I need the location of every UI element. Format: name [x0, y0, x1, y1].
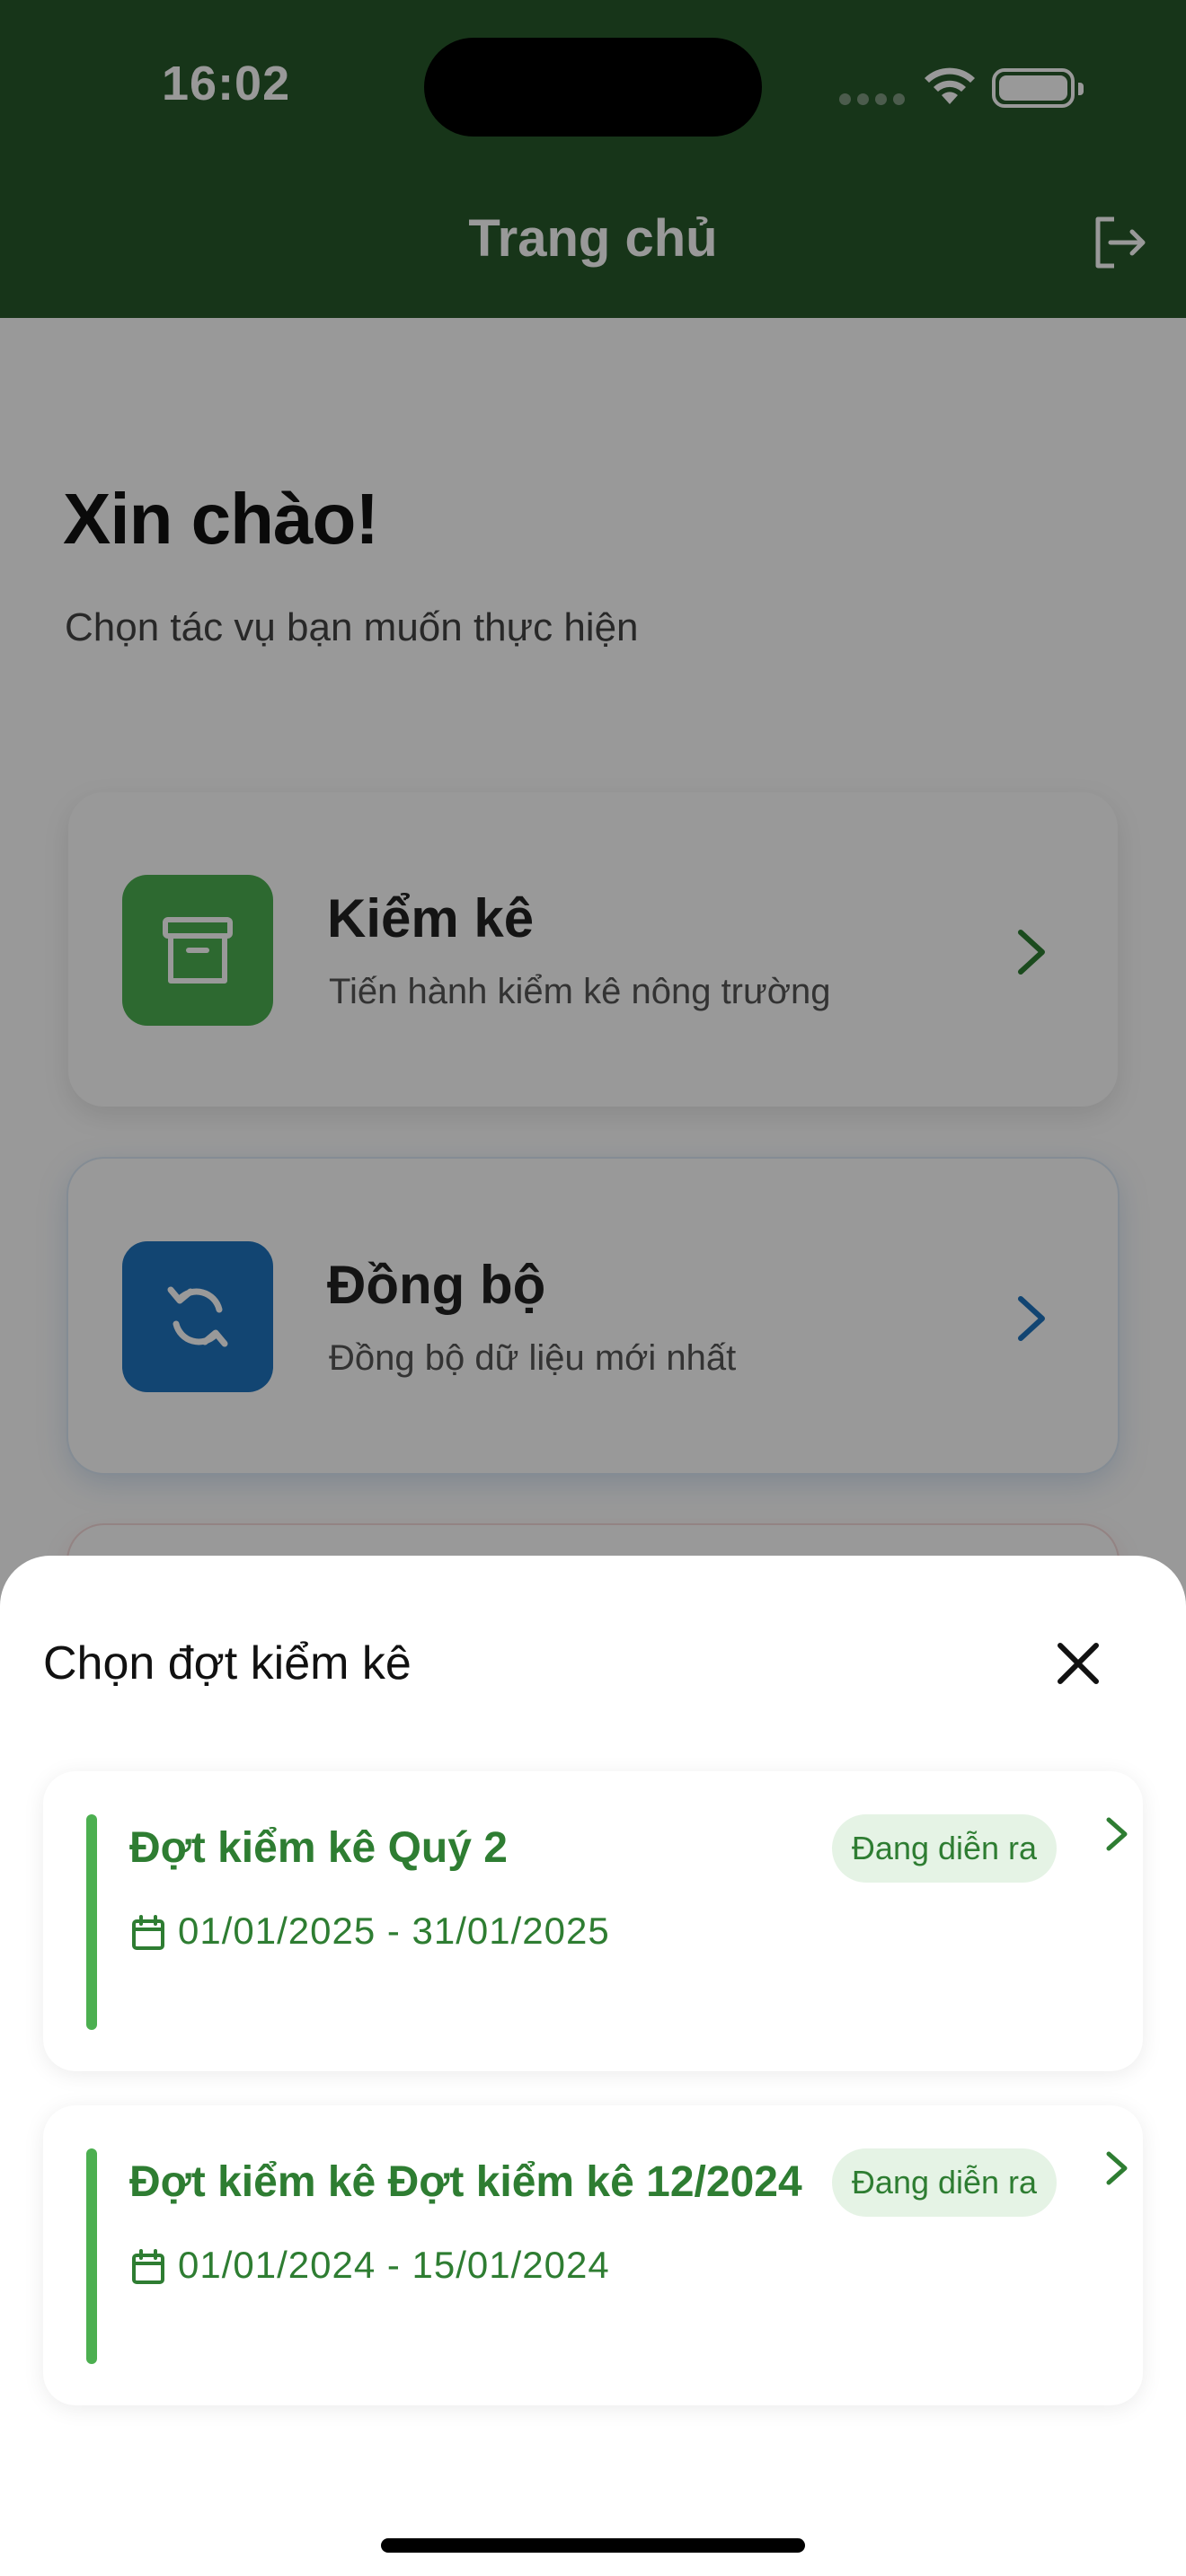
round-name: Đợt kiểm kê Quý 2	[129, 1824, 508, 1872]
accent-bar	[86, 2148, 97, 2364]
status-badge: Đang diễn ra	[832, 2148, 1057, 2217]
close-icon[interactable]	[1049, 1635, 1107, 1692]
round-name: Đợt kiểm kê Đợt kiểm kê 12/2024	[129, 2158, 802, 2206]
round-item[interactable]: Đợt kiểm kê Đợt kiểm kê 12/2024 Đang diễ…	[43, 2105, 1143, 2405]
accent-bar	[86, 1814, 97, 2030]
date-range: 01/01/2025 - 31/01/2025	[178, 1910, 610, 1952]
status-badge: Đang diễn ra	[832, 1814, 1057, 1883]
calendar-icon	[132, 2249, 164, 2284]
chevron-right-icon	[1106, 1817, 1128, 1851]
home-indicator[interactable]	[381, 2538, 805, 2553]
date-range: 01/01/2024 - 15/01/2024	[178, 2244, 610, 2286]
chevron-right-icon	[1106, 2151, 1128, 2185]
select-round-sheet: Chọn đợt kiểm kê Đợt kiểm kê Quý 2 Đang …	[0, 1556, 1186, 2576]
calendar-icon	[132, 1915, 164, 1950]
round-item[interactable]: Đợt kiểm kê Quý 2 Đang diễn ra 01/01/202…	[43, 1771, 1143, 2071]
sheet-title: Chọn đợt kiểm kê	[43, 1637, 412, 1689]
